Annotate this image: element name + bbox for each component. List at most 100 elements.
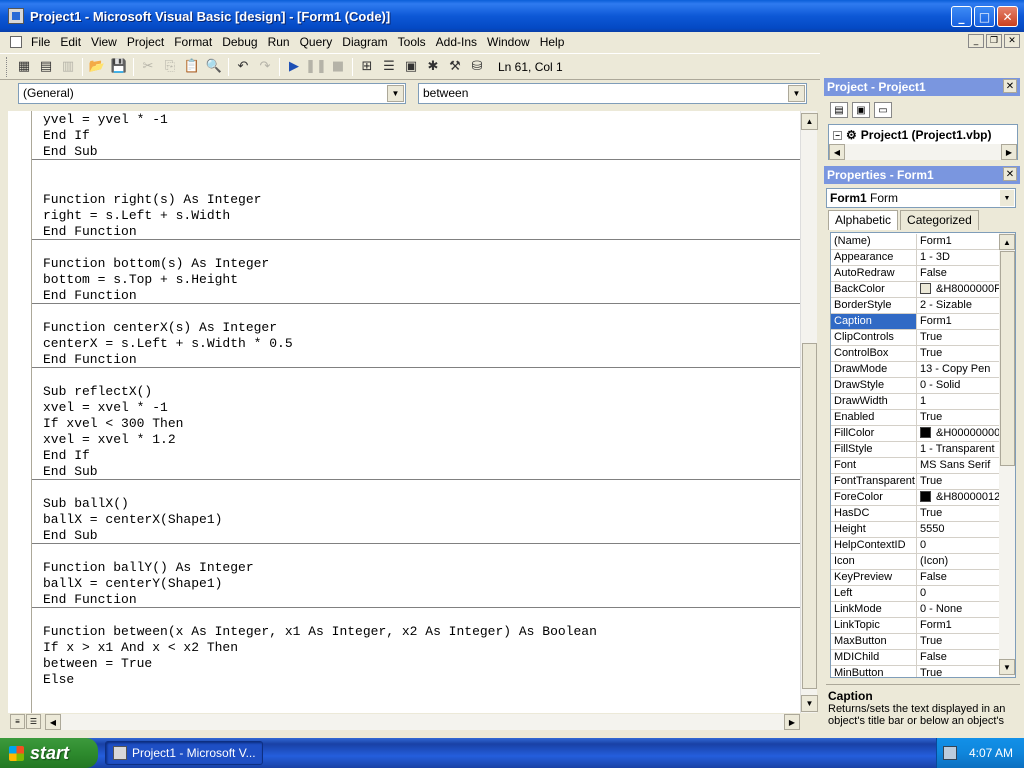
property-value[interactable]: &H80000012 xyxy=(918,490,999,505)
property-value[interactable]: True xyxy=(918,474,999,489)
property-value[interactable]: 13 - Copy Pen xyxy=(918,362,999,377)
title-bar[interactable]: Project1 - Microsoft Visual Basic [desig… xyxy=(0,0,1024,32)
menu-add-ins[interactable]: Add-Ins xyxy=(431,35,482,49)
chevron-down-icon[interactable]: ▼ xyxy=(788,85,805,102)
break-icon[interactable]: ❚❚ xyxy=(305,56,327,78)
property-value[interactable]: True xyxy=(918,410,999,425)
minimize-button[interactable]: _ xyxy=(951,6,972,27)
code-line[interactable]: End Function xyxy=(43,224,137,240)
property-row[interactable]: HasDC True xyxy=(831,506,999,522)
property-row[interactable]: MDIChild False xyxy=(831,650,999,666)
procedure-view-icon[interactable]: ≡ xyxy=(10,714,25,729)
chevron-down-icon[interactable]: ▼ xyxy=(1000,190,1014,206)
menu-project[interactable]: Project xyxy=(122,35,169,49)
property-value[interactable]: Form1 xyxy=(918,234,999,249)
scroll-left-icon[interactable]: ◀ xyxy=(45,714,61,730)
menu-edit[interactable]: Edit xyxy=(55,35,86,49)
view-code-icon[interactable]: ▤ xyxy=(830,102,848,118)
property-row[interactable]: MinButton True xyxy=(831,666,999,677)
property-row[interactable]: Enabled True xyxy=(831,410,999,426)
project-pane-title[interactable]: Project - Project1 ✕ xyxy=(824,78,1020,96)
scroll-right-icon[interactable]: ▶ xyxy=(784,714,800,730)
property-value[interactable]: Form1 xyxy=(918,314,999,329)
cut-icon[interactable]: ✂ xyxy=(137,56,159,78)
property-value[interactable]: 0 - Solid xyxy=(918,378,999,393)
close-button[interactable]: ✕ xyxy=(997,6,1018,27)
code-vertical-scrollbar[interactable]: ▲ ▼ xyxy=(800,111,818,713)
code-line[interactable]: End If xyxy=(43,128,90,144)
scroll-up-icon[interactable]: ▲ xyxy=(801,113,818,130)
property-name[interactable]: BorderStyle xyxy=(831,298,917,313)
property-row[interactable]: (Name) Form1 xyxy=(831,234,999,250)
property-row[interactable]: Left 0 xyxy=(831,586,999,602)
property-name[interactable]: HasDC xyxy=(831,506,917,521)
add-project-icon[interactable]: ▦ xyxy=(13,56,35,78)
open-project-icon[interactable]: 📂 xyxy=(86,56,108,78)
menu-debug[interactable]: Debug xyxy=(217,35,262,49)
code-line[interactable]: End Function xyxy=(43,352,137,368)
property-name[interactable]: Caption xyxy=(831,314,917,329)
property-value[interactable]: MS Sans Serif xyxy=(918,458,999,473)
properties-object-combo[interactable]: Form1 Form ▼ xyxy=(826,188,1016,208)
network-icon[interactable] xyxy=(943,746,957,760)
property-name[interactable]: Height xyxy=(831,522,917,537)
code-line[interactable]: End Sub xyxy=(43,464,98,480)
property-name[interactable]: DrawMode xyxy=(831,362,917,377)
property-row[interactable]: Appearance 1 - 3D xyxy=(831,250,999,266)
property-row[interactable]: LinkTopic Form1 xyxy=(831,618,999,634)
property-row[interactable]: BorderStyle 2 - Sizable xyxy=(831,298,999,314)
property-value[interactable]: 0 - None xyxy=(918,602,999,617)
property-name[interactable]: FillColor xyxy=(831,426,917,441)
project-horizontal-scrollbar[interactable]: ◀ ▶ xyxy=(829,144,1017,160)
maximize-button[interactable]: □ xyxy=(974,6,995,27)
chevron-down-icon[interactable]: ▼ xyxy=(387,85,404,102)
property-name[interactable]: BackColor xyxy=(831,282,917,297)
project-tree[interactable]: − ⚙ Project1 (Project1.vbp) ◀ ▶ xyxy=(828,124,1018,160)
code-editor[interactable]: yvel = yvel * -1 End If End Sub Function ri… xyxy=(31,111,800,713)
menu-query[interactable]: Query xyxy=(295,35,338,49)
property-row[interactable]: Icon (Icon) xyxy=(831,554,999,570)
property-value[interactable]: 0 xyxy=(918,586,999,601)
property-value[interactable]: &H00000000 xyxy=(918,426,999,441)
tab-alphabetic[interactable]: Alphabetic xyxy=(828,210,899,230)
property-name[interactable]: ForeColor xyxy=(831,490,917,505)
code-line[interactable]: If x > x1 And x < x2 Then xyxy=(43,640,238,656)
property-row[interactable]: FillColor &H00000000 xyxy=(831,426,999,442)
code-line[interactable]: yvel = yvel * -1 xyxy=(43,112,168,128)
property-row[interactable]: Caption Form1 xyxy=(831,314,999,330)
property-value[interactable]: 5550 xyxy=(918,522,999,537)
property-value[interactable]: 1 xyxy=(918,394,999,409)
code-horizontal-scrollbar[interactable]: ◀ ▶ xyxy=(45,714,800,730)
property-row[interactable]: DrawWidth 1 xyxy=(831,394,999,410)
property-value[interactable]: (Icon) xyxy=(918,554,999,569)
code-line[interactable]: xvel = xvel * -1 xyxy=(43,400,168,416)
property-value[interactable]: Form1 xyxy=(918,618,999,633)
property-name[interactable]: KeyPreview xyxy=(831,570,917,585)
property-row[interactable]: ForeColor &H80000012 xyxy=(831,490,999,506)
code-line[interactable]: between = True xyxy=(43,656,152,672)
property-row[interactable]: Height 5550 xyxy=(831,522,999,538)
property-value[interactable]: True xyxy=(918,666,999,677)
paste-icon[interactable]: 📋 xyxy=(181,56,203,78)
code-line[interactable]: End If xyxy=(43,448,90,464)
property-name[interactable]: MDIChild xyxy=(831,650,917,665)
toolbar-grip[interactable] xyxy=(6,56,9,77)
property-name[interactable]: FillStyle xyxy=(831,442,917,457)
property-name[interactable]: HelpContextID xyxy=(831,538,917,553)
property-name[interactable]: FontTransparent xyxy=(831,474,917,489)
procedure-combo[interactable]: between ▼ xyxy=(418,83,807,104)
code-line[interactable]: xvel = xvel * 1.2 xyxy=(43,432,176,448)
data-view-icon[interactable]: ⛁ xyxy=(466,56,488,78)
properties-window-icon[interactable]: ☰ xyxy=(378,56,400,78)
property-value[interactable]: False xyxy=(918,570,999,585)
property-value[interactable]: 2 - Sizable xyxy=(918,298,999,313)
menu-format[interactable]: Format xyxy=(169,35,217,49)
code-line[interactable]: centerX = s.Left + s.Width * 0.5 xyxy=(43,336,293,352)
property-name[interactable]: Enabled xyxy=(831,410,917,425)
mdi-close-button[interactable]: ✕ xyxy=(1004,34,1020,48)
object-combo[interactable]: (General) ▼ xyxy=(18,83,406,104)
scroll-down-icon[interactable]: ▼ xyxy=(999,659,1015,675)
view-object-icon[interactable]: ▣ xyxy=(852,102,870,118)
property-name[interactable]: ClipControls xyxy=(831,330,917,345)
menu-run[interactable]: Run xyxy=(263,35,295,49)
